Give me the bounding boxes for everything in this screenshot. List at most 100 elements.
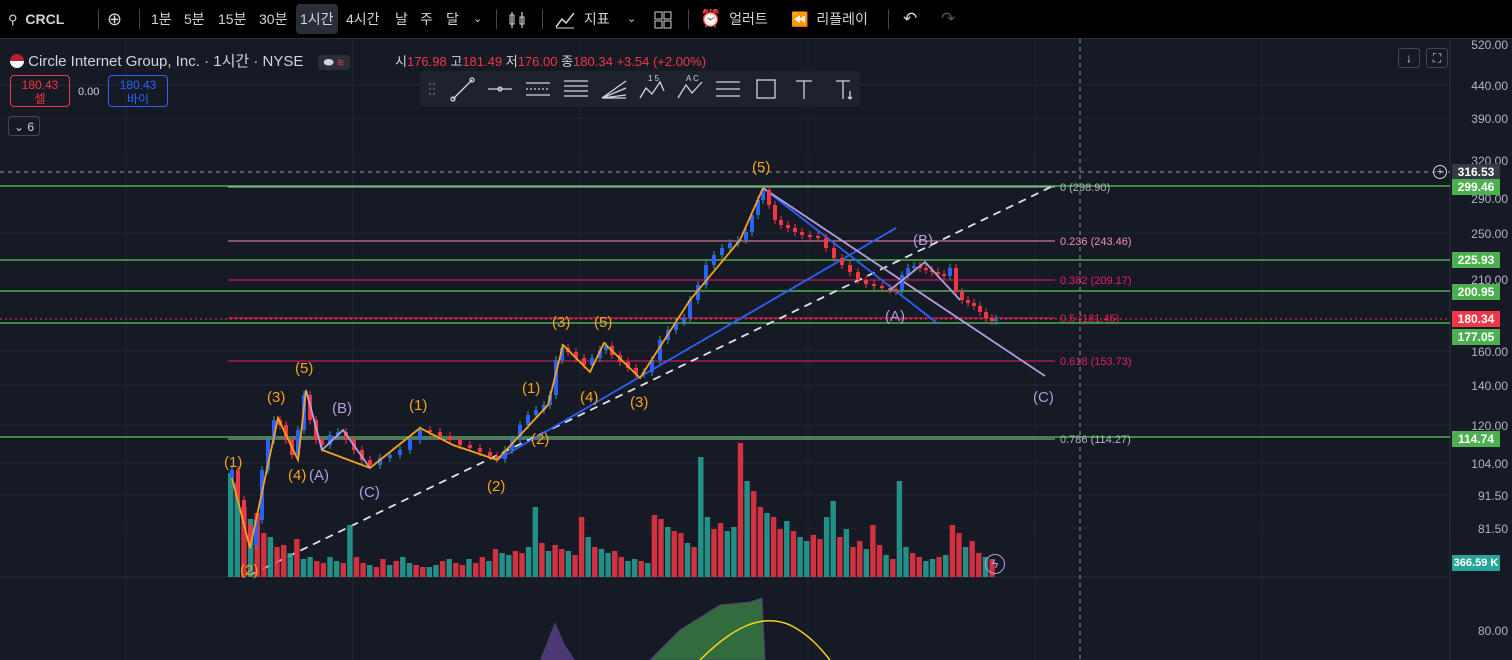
chart-type-button[interactable] xyxy=(508,0,526,38)
fib-channel-icon[interactable] xyxy=(716,81,740,97)
interval-4h[interactable]: 4시간 xyxy=(346,0,380,38)
volume-bar xyxy=(903,547,909,577)
symbol-search-button[interactable]: ⚲ CRCL xyxy=(8,0,64,38)
volume-bar xyxy=(360,563,366,577)
fib-label: 0.236 (243.46) xyxy=(1060,236,1132,248)
volume-bar xyxy=(466,559,472,577)
sell-button[interactable]: 180.43 셀 xyxy=(10,75,70,107)
close-value: 180.34 xyxy=(573,54,613,69)
volume-bar xyxy=(790,531,797,577)
interval-1h[interactable]: 1시간 xyxy=(296,4,338,34)
price-tick: 160.00 xyxy=(1471,345,1508,359)
last-price-tag: 180.34 xyxy=(1452,311,1500,327)
interval-5m[interactable]: 5분 xyxy=(184,0,205,38)
price-tick: 80.00 xyxy=(1477,624,1508,638)
buy-button[interactable]: 180.43 바이 xyxy=(108,75,168,107)
replay-button[interactable]: ⏪ 리플레이 xyxy=(791,0,868,38)
add-alert-plus-icon[interactable]: + xyxy=(1433,165,1447,179)
volume-bar xyxy=(751,491,757,577)
scroll-to-latest-button[interactable]: ↓ xyxy=(1398,48,1420,68)
lightning-icon[interactable]: ϟ xyxy=(985,554,1005,574)
volume-bar xyxy=(532,507,538,577)
line-price-tag: 225.93 xyxy=(1452,252,1500,268)
horizontal-ray-icon[interactable] xyxy=(488,86,512,92)
candle xyxy=(526,415,530,425)
indicators-button[interactable]: 지표 xyxy=(554,0,610,38)
symbol-legend[interactable]: Circle Internet Group, Inc. · 1시간 · NYSE… xyxy=(10,50,351,71)
volume-bar xyxy=(406,563,413,577)
candle xyxy=(856,272,860,280)
interval-15m[interactable]: 15분 xyxy=(218,0,246,38)
horizontal-support-lines[interactable] xyxy=(0,185,1450,438)
candle xyxy=(230,470,234,478)
volume-bar xyxy=(393,561,399,577)
chart-canvas[interactable]: 0 (298.90) 0.236 (243.46) 0.382 (209.17)… xyxy=(0,39,1512,660)
candle xyxy=(864,280,868,284)
alarm-clock-icon: ⏰ xyxy=(700,9,722,28)
alert-button[interactable]: ⏰ 얼러트 xyxy=(700,0,768,38)
volume-bar xyxy=(525,547,532,577)
crosshair-price-tag: 316.53 xyxy=(1452,164,1500,180)
buy-label: 바이 xyxy=(126,92,150,106)
fib-retracement-icon[interactable] xyxy=(564,80,588,97)
volume-bar xyxy=(711,529,717,577)
interval-week[interactable]: 주 xyxy=(420,0,433,38)
volume-bar xyxy=(545,551,552,577)
candle xyxy=(984,312,988,318)
volume-bar xyxy=(638,561,644,577)
wave-label: (3) xyxy=(267,389,285,406)
compare-add-icon[interactable]: ⊕ xyxy=(107,0,122,38)
candle xyxy=(744,232,748,240)
volume-bar xyxy=(486,561,492,577)
wave-label: (2) xyxy=(531,431,549,448)
interval-month[interactable]: 달 xyxy=(446,0,459,38)
drag-handle-icon[interactable] xyxy=(428,82,436,96)
trend-line-icon[interactable] xyxy=(450,77,475,102)
volume-bar xyxy=(631,559,638,577)
divider xyxy=(139,9,140,29)
drawing-toolbar: 1 5 A C xyxy=(420,71,860,107)
layout-button[interactable] xyxy=(654,0,672,38)
price-tick: 520.00 xyxy=(1471,38,1508,52)
price-tick: 390.00 xyxy=(1471,112,1508,126)
parallel-channel-icon[interactable] xyxy=(526,82,550,96)
elliott-correction-icon[interactable]: A C xyxy=(677,74,703,99)
indicator-collapse-button[interactable]: ⌄ 6 xyxy=(8,116,40,136)
interval-1m[interactable]: 1분 xyxy=(151,0,172,38)
buy-price: 180.43 xyxy=(119,78,157,92)
high-value: 181.49 xyxy=(462,54,503,69)
volume-bar xyxy=(830,501,836,577)
candle xyxy=(816,236,820,238)
indicator-count: 6 xyxy=(27,120,35,134)
fullscreen-button[interactable]: ⛶ xyxy=(1426,48,1448,68)
interval-30m[interactable]: 30분 xyxy=(259,0,287,38)
wave-label: (C) xyxy=(359,484,380,501)
volume-bar xyxy=(413,565,419,577)
text-icon[interactable] xyxy=(796,80,812,99)
undo-icon[interactable]: ↶ xyxy=(903,0,917,38)
indicators-icon xyxy=(555,12,575,29)
close-label: 종 xyxy=(561,54,574,69)
candle xyxy=(894,289,898,291)
interval-dropdown-icon[interactable]: ⌄ xyxy=(473,0,482,38)
volume-bar xyxy=(731,527,737,577)
rectangle-icon[interactable] xyxy=(756,79,776,99)
high-label: 고 xyxy=(450,54,463,69)
candle xyxy=(880,286,884,288)
candle xyxy=(808,235,812,237)
fib-fan-icon[interactable] xyxy=(601,80,627,99)
candle xyxy=(767,190,771,205)
chevron-down-icon: ⌄ xyxy=(13,120,25,134)
redo-icon[interactable]: ↷ xyxy=(941,0,955,38)
volume-bar xyxy=(962,547,969,577)
volume-bar xyxy=(439,561,446,577)
indicators-dropdown-icon[interactable]: ⌄ xyxy=(627,0,636,38)
volume-bar xyxy=(353,557,360,577)
volume-bar xyxy=(585,537,591,577)
elliott-impulse-icon[interactable]: 1 5 xyxy=(639,74,665,99)
interval-day[interactable]: 날 xyxy=(395,0,408,38)
volume-bar xyxy=(499,553,505,577)
text-note-icon[interactable] xyxy=(836,80,853,100)
candle xyxy=(840,258,844,265)
legend-visibility-toggle[interactable]: ⬬ ≋ xyxy=(317,55,351,70)
